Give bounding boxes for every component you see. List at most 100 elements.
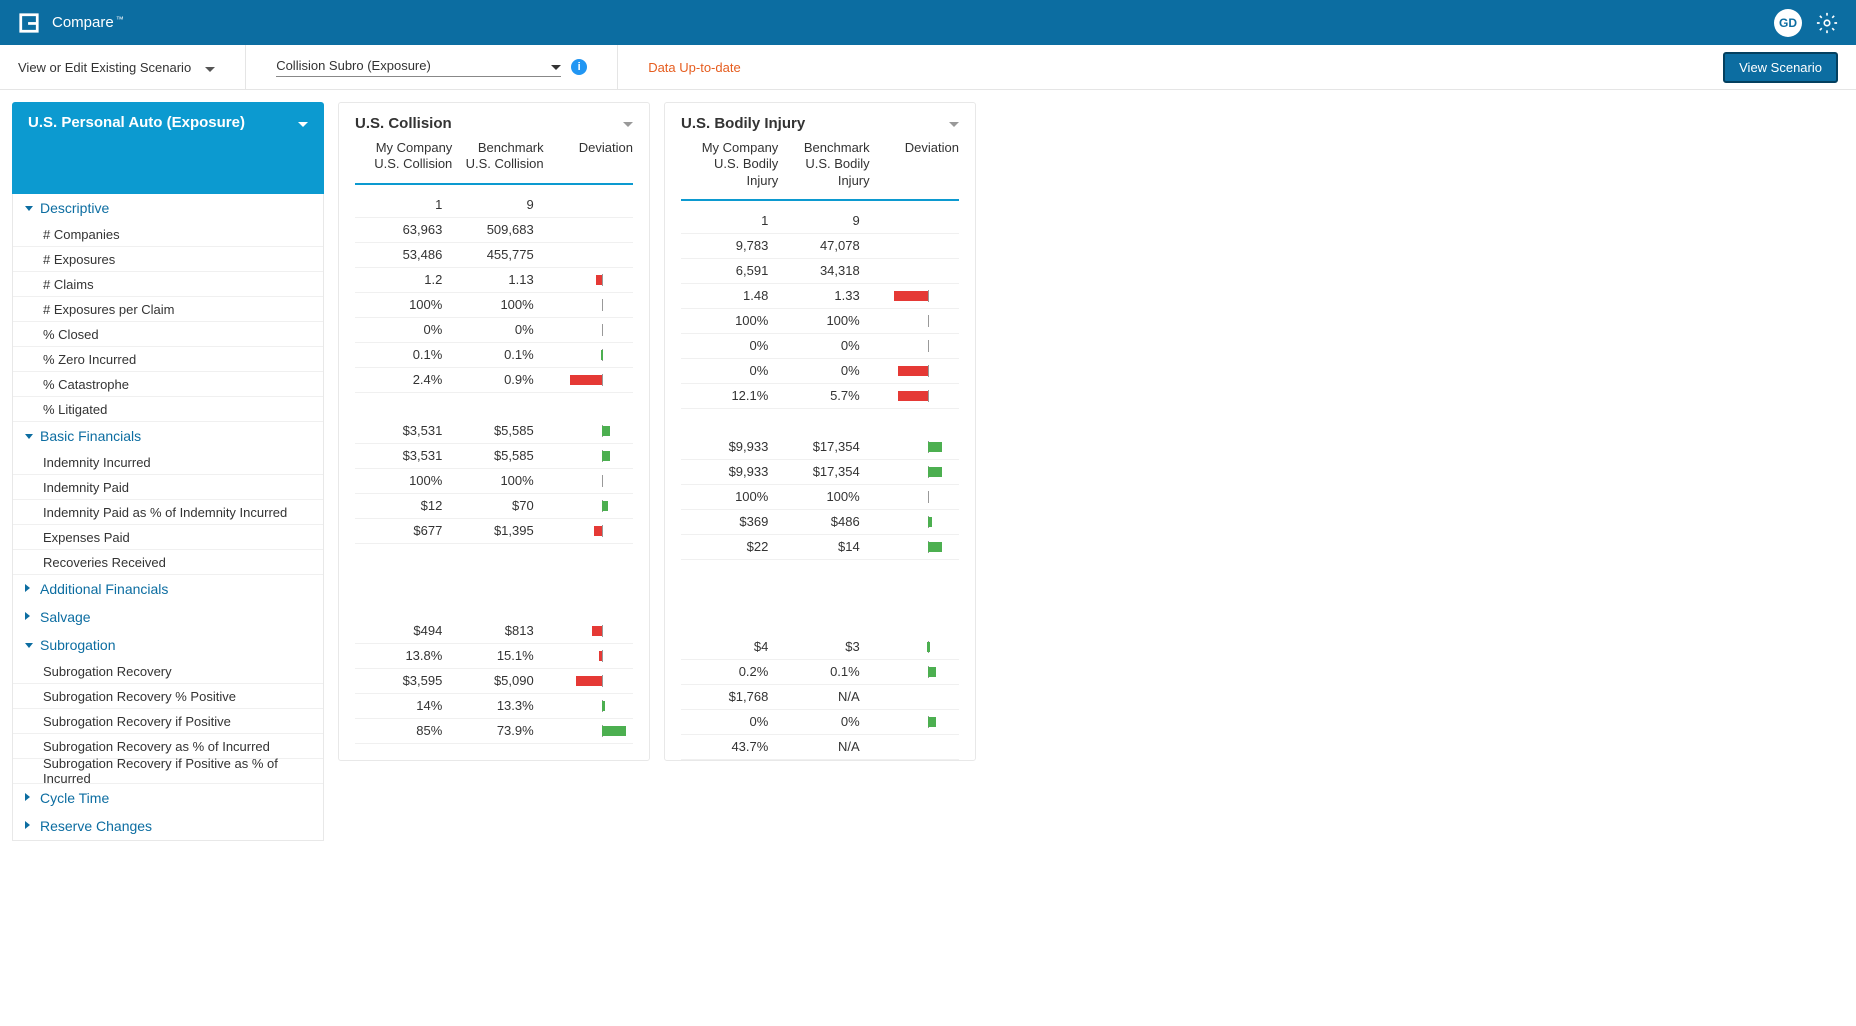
value-my: 1.2	[355, 272, 452, 287]
column-header: Benchmark U.S. Collision	[452, 140, 543, 173]
deviation-bar	[566, 625, 610, 637]
data-row: $9,933$17,354	[681, 460, 959, 485]
deviation-bar	[892, 516, 936, 528]
metric-row[interactable]: Indemnity Paid as % of Indemnity Incurre…	[13, 500, 323, 525]
deviation-bar	[566, 475, 610, 487]
column-header: Benchmark U.S. Bodily Injury	[778, 140, 869, 189]
chevron-down-icon[interactable]	[623, 115, 633, 130]
data-row: 0%0%	[355, 318, 633, 343]
value-benchmark: 73.9%	[452, 723, 543, 738]
metric-row[interactable]: % Closed	[13, 322, 323, 347]
value-benchmark: $70	[452, 498, 543, 513]
app-title: Compare™	[52, 14, 124, 31]
data-row: $4$3	[681, 635, 959, 660]
section-label: Basic Financials	[40, 428, 141, 444]
deviation-bar	[566, 349, 610, 361]
data-status: Data Up-to-date	[648, 60, 741, 75]
deviation-cell	[544, 500, 633, 512]
metric-row[interactable]: Subrogation Recovery if Positive	[13, 709, 323, 734]
value-benchmark: 47,078	[778, 238, 869, 253]
data-row: $12$70	[355, 494, 633, 519]
value-my: 0%	[681, 338, 778, 353]
compare-panel: U.S. Bodily InjuryMy Company U.S. Bodily…	[664, 102, 976, 761]
value-my: 2.4%	[355, 372, 452, 387]
chevron-down-icon[interactable]	[949, 115, 959, 130]
section-label: Cycle Time	[40, 790, 109, 806]
section-salvage[interactable]: Salvage	[13, 603, 323, 631]
metric-row[interactable]: # Exposures per Claim	[13, 297, 323, 322]
scenario-select[interactable]: Collision Subro (Exposure)	[276, 58, 561, 77]
gear-icon[interactable]	[1816, 12, 1838, 34]
data-row: 19	[355, 193, 633, 218]
data-row: 0%0%	[681, 334, 959, 359]
deviation-bar	[566, 650, 610, 662]
value-my: 14%	[355, 698, 452, 713]
sidebar-header[interactable]: U.S. Personal Auto (Exposure)	[12, 102, 324, 194]
value-benchmark: 0.1%	[778, 664, 869, 679]
deviation-bar	[566, 274, 610, 286]
deviation-cell	[544, 475, 633, 487]
metric-row[interactable]: % Zero Incurred	[13, 347, 323, 372]
metric-row[interactable]: # Claims	[13, 272, 323, 297]
metric-row[interactable]: Recoveries Received	[13, 550, 323, 575]
value-my: 6,591	[681, 263, 778, 278]
value-benchmark: 9	[778, 213, 869, 228]
data-row: 0.2%0.1%	[681, 660, 959, 685]
info-icon[interactable]: i	[571, 59, 587, 75]
metric-row[interactable]: Subrogation Recovery % Positive	[13, 684, 323, 709]
metric-row[interactable]: Subrogation Recovery	[13, 659, 323, 684]
metric-row[interactable]: # Exposures	[13, 247, 323, 272]
value-benchmark: $5,090	[452, 673, 543, 688]
value-my: $1,768	[681, 689, 778, 704]
data-row: 13.8%15.1%	[355, 644, 633, 669]
caret-down-icon	[25, 431, 35, 442]
data-row: $677$1,395	[355, 519, 633, 544]
main-content: U.S. Personal Auto (Exposure) Descriptiv…	[0, 90, 1856, 853]
deviation-cell	[870, 516, 959, 528]
section-descriptive[interactable]: Descriptive	[13, 194, 323, 222]
value-my: 13.8%	[355, 648, 452, 663]
caret-right-icon	[25, 612, 35, 623]
deviation-bar	[566, 725, 610, 737]
deviation-bar	[566, 324, 610, 336]
value-benchmark: 100%	[778, 313, 869, 328]
section-basic-financials[interactable]: Basic Financials	[13, 422, 323, 450]
deviation-bar	[566, 500, 610, 512]
value-benchmark: $486	[778, 514, 869, 529]
metric-row[interactable]: Indemnity Paid	[13, 475, 323, 500]
deviation-cell	[870, 716, 959, 728]
section-cycle-time[interactable]: Cycle Time	[13, 784, 323, 812]
user-avatar[interactable]: GD	[1774, 9, 1802, 37]
value-benchmark: $3	[778, 639, 869, 654]
deviation-cell	[870, 340, 959, 352]
metric-row[interactable]: % Litigated	[13, 397, 323, 422]
value-benchmark: 100%	[778, 489, 869, 504]
metric-row[interactable]: Expenses Paid	[13, 525, 323, 550]
metric-row[interactable]: % Catastrophe	[13, 372, 323, 397]
metric-row[interactable]: Indemnity Incurred	[13, 450, 323, 475]
section-additional-financials[interactable]: Additional Financials	[13, 575, 323, 603]
value-my: 43.7%	[681, 739, 778, 754]
column-header: Deviation	[544, 140, 633, 173]
edit-scenario-dropdown[interactable]: View or Edit Existing Scenario	[18, 60, 215, 75]
metric-row[interactable]: # Companies	[13, 222, 323, 247]
panel-title: U.S. Collision	[355, 115, 452, 132]
value-my: 0.2%	[681, 664, 778, 679]
value-benchmark: $5,585	[452, 423, 543, 438]
view-scenario-button[interactable]: View Scenario	[1723, 52, 1838, 83]
deviation-cell	[870, 466, 959, 478]
section-reserve-changes[interactable]: Reserve Changes	[13, 812, 323, 840]
section-label: Descriptive	[40, 200, 109, 216]
section-label: Additional Financials	[40, 581, 168, 597]
deviation-cell	[544, 299, 633, 311]
metric-row[interactable]: Subrogation Recovery if Positive as % of…	[13, 759, 323, 784]
sidebar: U.S. Personal Auto (Exposure) Descriptiv…	[12, 102, 324, 841]
value-benchmark: 100%	[452, 473, 543, 488]
deviation-bar	[892, 290, 936, 302]
deviation-cell	[870, 641, 959, 653]
deviation-bar	[566, 675, 610, 687]
section-subrogation[interactable]: Subrogation	[13, 631, 323, 659]
deviation-bar	[892, 466, 936, 478]
data-row: 1.481.33	[681, 284, 959, 309]
deviation-cell	[870, 541, 959, 553]
